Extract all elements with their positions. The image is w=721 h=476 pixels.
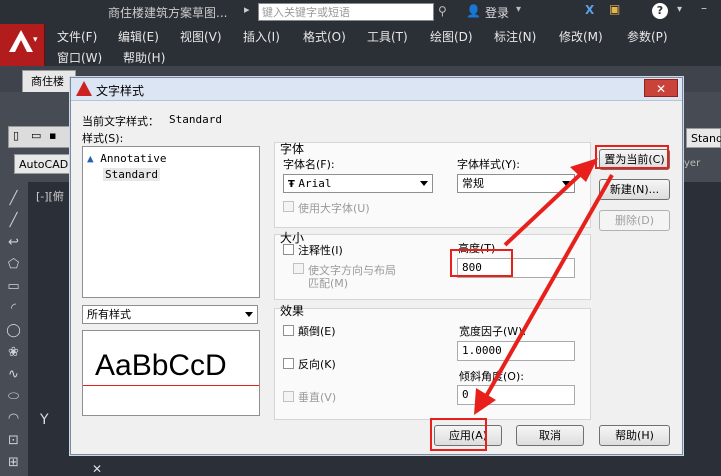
arrow-height-to-set-current <box>503 168 587 247</box>
arrow-set-current-to-apply <box>482 174 614 401</box>
annotation-arrows <box>474 158 614 415</box>
arrow-head-apply <box>474 388 496 415</box>
